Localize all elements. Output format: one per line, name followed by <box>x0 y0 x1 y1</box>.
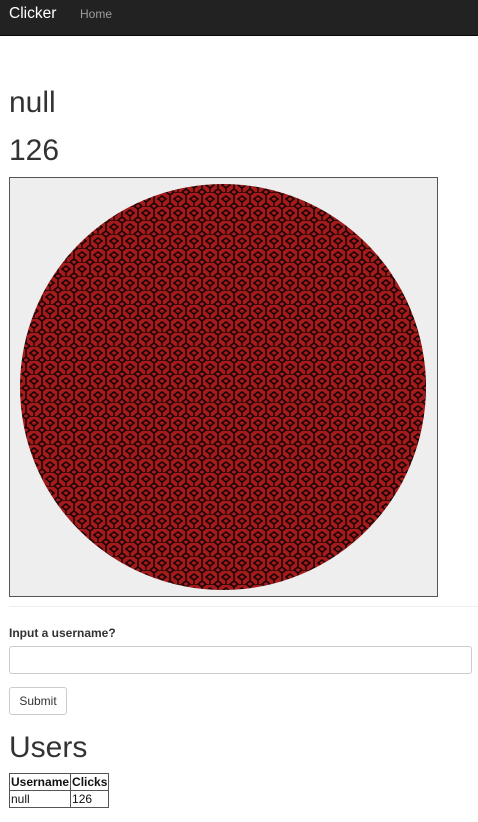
click-count: 126 <box>9 134 60 167</box>
username-input[interactable] <box>9 646 472 674</box>
table-header-row: Username Clicks <box>8 773 110 791</box>
users-heading: Users <box>9 731 88 764</box>
clicker-image[interactable] <box>10 178 437 596</box>
username-label: Input a username? <box>9 626 116 640</box>
nav-link-home[interactable]: Home <box>80 7 112 21</box>
submit-button[interactable]: Submit <box>9 687 67 715</box>
cell-clicks: 126 <box>70 790 110 808</box>
table-row: null 126 <box>8 790 110 808</box>
current-username: null <box>9 86 56 119</box>
column-header-clicks: Clicks <box>70 773 110 791</box>
clicker-button-area[interactable] <box>9 177 438 597</box>
navbar: Clicker Home <box>0 0 478 36</box>
brand-link[interactable]: Clicker <box>9 5 56 23</box>
column-header-username: Username <box>8 773 72 791</box>
divider <box>9 606 478 607</box>
cell-username: null <box>8 790 72 808</box>
users-table: Username Clicks null 126 <box>8 773 110 808</box>
clicker-circle[interactable] <box>20 184 426 590</box>
